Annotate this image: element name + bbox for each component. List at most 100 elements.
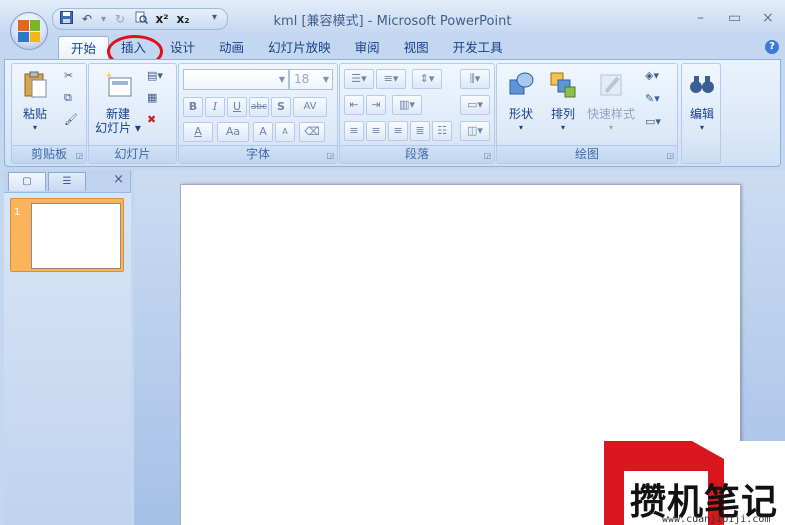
slides-pane: ▢ ☰ × 1 [4, 170, 131, 525]
group-editing: 编辑 ▾ [681, 63, 721, 164]
paste-label: 粘贴 [22, 107, 47, 121]
decrease-indent-icon[interactable]: ⇤ [344, 95, 364, 115]
underline-button[interactable]: U [227, 97, 247, 117]
watermark-url: www.cuanjibiji.com [662, 514, 771, 525]
smartart-icon[interactable]: ◫▾ [460, 121, 490, 141]
strikethrough-button[interactable]: abc [249, 97, 269, 117]
slide-thumbnail [31, 203, 121, 269]
paragraph-group-label: 段落 [340, 145, 494, 163]
tab-slides-thumbnails[interactable]: ▢ [8, 172, 46, 191]
italic-button[interactable]: I [205, 97, 225, 117]
tab-review[interactable]: 审阅 [343, 36, 392, 60]
quick-styles-icon [600, 74, 622, 96]
quick-styles-button[interactable]: 快速样式 ▾ [585, 70, 637, 135]
pane-tabs: ▢ ☰ [8, 172, 128, 191]
font-name-combo[interactable]: ▼ [183, 69, 289, 90]
new-slide-button[interactable]: 新建 幻灯片 ▾ [91, 70, 145, 135]
arrange-button[interactable]: 排列 ▾ [545, 70, 581, 135]
shape-outline-icon[interactable]: ✎▾ [645, 92, 660, 105]
tab-insert[interactable]: 插入 [107, 35, 164, 68]
cut-icon[interactable]: ✂ [64, 69, 73, 82]
group-paragraph: ☰▾ ≡▾ ⇕▾ ⫼▾ ⇤ ⇥ ▥▾ ▭▾ ≡ ≡ ≡ ≣ ☷ ◫▾ 段落 ◲ [339, 63, 495, 164]
new-slide-label-2: 幻灯片 [95, 121, 132, 135]
group-clipboard: 粘贴 ▾ ✂ ⧉ 🖌 剪贴板 ◲ [11, 63, 87, 164]
change-case-button[interactable]: Aa [217, 122, 249, 142]
numbering-icon[interactable]: ≡▾ [376, 69, 406, 89]
close-icon[interactable]: × [113, 172, 124, 187]
font-size-combo[interactable]: 18 ▼ [289, 69, 333, 90]
slide-number: 1 [14, 207, 21, 218]
tab-developer[interactable]: 开发工具 [441, 36, 515, 60]
justify-icon[interactable]: ≣ [410, 121, 430, 141]
minimize-button[interactable]: – [697, 10, 704, 26]
office-logo-icon [18, 20, 40, 42]
arrange-label: 排列 [550, 107, 575, 121]
binoculars-icon [690, 76, 714, 93]
shapes-button[interactable]: 形状 ▾ [503, 70, 539, 135]
align-text-icon[interactable]: ▭▾ [460, 95, 490, 115]
delete-slide-icon[interactable]: ✖ [147, 113, 156, 126]
window-title: kml [兼容模式] - Microsoft PowerPoint [273, 14, 512, 29]
character-spacing-button[interactable]: AV [293, 97, 327, 117]
reset-icon[interactable]: ▦ [147, 91, 157, 104]
tab-home[interactable]: 开始 [58, 36, 110, 60]
new-slide-icon [106, 72, 132, 97]
align-left-icon[interactable]: ≡ [344, 121, 364, 141]
group-font: ▼ 18 ▼ B I U abc S AV A Aa A A ⌫ 字体 ◲ [178, 63, 338, 164]
arrange-icon [550, 72, 576, 98]
slide-thumbnails: 1 [4, 192, 131, 525]
align-center-icon[interactable]: ≡ [366, 121, 386, 141]
chevron-down-icon: ▼ [278, 75, 285, 84]
title-bar: ↶ ▾ ↻ x² x₂ ▾ kml [兼容模式] - Microsoft Pow… [0, 0, 785, 36]
tab-slideshow[interactable]: 幻灯片放映 [256, 36, 343, 60]
group-drawing: 形状 ▾ 排列 ▾ 快速样式 ▾ ◈▾ ✎▾ ▭▾ 绘图 ◲ [496, 63, 678, 164]
editing-label: 编辑 [689, 107, 714, 121]
ribbon: 粘贴 ▾ ✂ ⧉ 🖌 剪贴板 ◲ 新建 幻灯片 ▾ ▤▾ ▦ ✖ 幻灯片 ▼ 1… [4, 59, 781, 167]
line-spacing-icon[interactable]: ⇕▾ [412, 69, 442, 89]
distributed-icon[interactable]: ☷ [432, 121, 452, 141]
font-color-button[interactable]: A [183, 122, 213, 142]
group-slides: 新建 幻灯片 ▾ ▤▾ ▦ ✖ 幻灯片 [88, 63, 177, 164]
text-direction-icon[interactable]: ⫼▾ [460, 69, 490, 89]
close-button[interactable]: × [762, 10, 774, 26]
shapes-label: 形状 [508, 107, 533, 121]
format-painter-icon[interactable]: 🖌 [64, 113, 78, 126]
watermark: 攒机笔记 www.cuanjibiji.com [604, 441, 785, 525]
chevron-down-icon: ▼ [322, 75, 329, 84]
drawing-group-label: 绘图 [497, 145, 677, 163]
quick-styles-label: 快速样式 [586, 107, 635, 121]
paste-button[interactable]: 粘贴 ▾ [18, 70, 52, 135]
clipboard-launcher-icon[interactable]: ◲ [75, 151, 83, 160]
paragraph-launcher-icon[interactable]: ◲ [483, 151, 491, 160]
tab-design[interactable]: 设计 [158, 36, 207, 60]
new-slide-label-1: 新建 [105, 107, 130, 121]
slides-group-label: 幻灯片 [89, 145, 176, 163]
paste-icon [24, 71, 47, 98]
tab-view[interactable]: 视图 [392, 36, 441, 60]
bullets-icon[interactable]: ☰▾ [344, 69, 374, 89]
ribbon-tabs: 开始 插入 设计 动画 幻灯片放映 审阅 视图 开发工具 [58, 35, 515, 68]
bold-button[interactable]: B [183, 97, 203, 117]
increase-indent-icon[interactable]: ⇥ [366, 95, 386, 115]
shape-fill-icon[interactable]: ◈▾ [645, 69, 659, 82]
shapes-icon [509, 72, 534, 95]
layout-icon[interactable]: ▤▾ [147, 69, 163, 82]
office-button[interactable] [10, 12, 48, 50]
drawing-launcher-icon[interactable]: ◲ [666, 151, 674, 160]
slide-thumbnail-selected[interactable]: 1 [10, 198, 124, 272]
help-icon[interactable]: ? [765, 40, 779, 54]
shrink-font-button[interactable]: A [275, 122, 295, 142]
editing-button[interactable]: 编辑 ▾ [684, 70, 720, 135]
tab-animations[interactable]: 动画 [207, 36, 256, 60]
copy-icon[interactable]: ⧉ [64, 91, 72, 105]
columns-icon[interactable]: ▥▾ [392, 95, 422, 115]
tab-outline[interactable]: ☰ [48, 172, 86, 191]
font-launcher-icon[interactable]: ◲ [326, 151, 334, 160]
clear-formatting-icon[interactable]: ⌫ [299, 122, 325, 142]
shape-effects-icon[interactable]: ▭▾ [645, 115, 661, 128]
shadow-button[interactable]: S [271, 97, 291, 117]
align-right-icon[interactable]: ≡ [388, 121, 408, 141]
maximize-button[interactable]: ▭ [728, 10, 741, 26]
grow-font-button[interactable]: A [253, 122, 273, 142]
font-group-label: 字体 [179, 145, 337, 163]
